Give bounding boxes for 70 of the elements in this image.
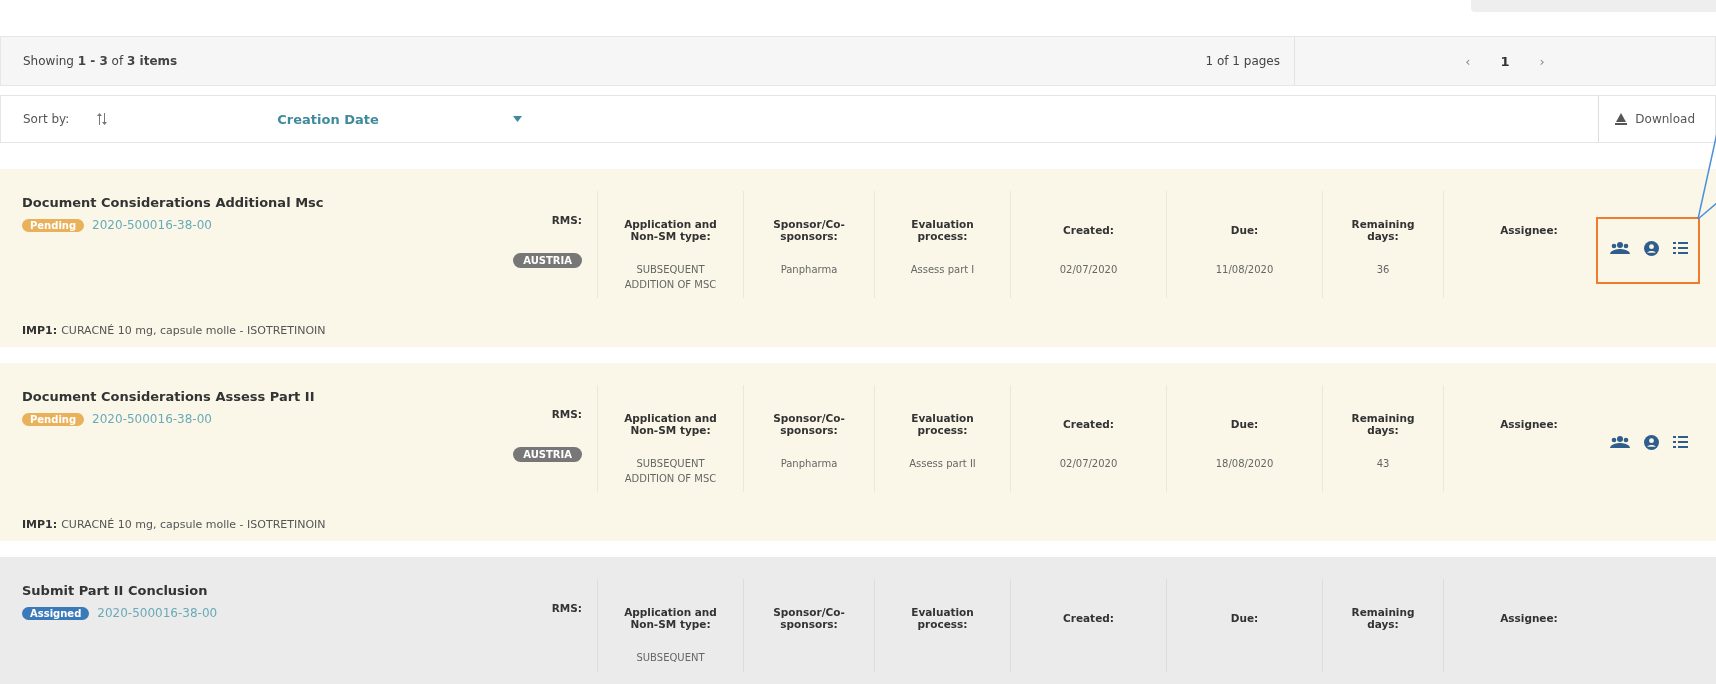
sort-icon[interactable]	[97, 113, 108, 125]
column-label: Created:	[1063, 417, 1114, 432]
column-value: 36	[1376, 263, 1390, 277]
column-label: Due:	[1230, 417, 1259, 432]
download-icon	[1615, 113, 1628, 125]
user-button[interactable]	[1644, 435, 1659, 450]
column-value: 02/07/2020	[1059, 457, 1118, 471]
task-title: Document Considerations Additional Msc	[22, 195, 325, 210]
status-badge: Pending	[22, 218, 85, 232]
group-icon	[1610, 435, 1630, 449]
task-title: Submit Part II Conclusion	[22, 583, 209, 598]
column-label: RMS:	[551, 407, 582, 422]
column-label: RMS:	[551, 213, 582, 228]
group-button[interactable]	[1610, 435, 1630, 450]
group-icon	[1610, 241, 1630, 255]
caret-icon	[513, 116, 523, 122]
user-button[interactable]	[1644, 241, 1659, 256]
column-label: Sponsor/Co-sponsors:	[772, 217, 846, 244]
column-label: Remaining days:	[1350, 217, 1416, 244]
column-value: 11/08/2020	[1215, 263, 1274, 277]
column-value: 02/07/2020	[1059, 263, 1118, 277]
column-label: Remaining days:	[1350, 605, 1416, 632]
column-label: Assignee:	[1499, 223, 1558, 238]
column-label: Evaluation process:	[910, 217, 975, 244]
column-label: Application and Non-SM type:	[623, 605, 718, 632]
column-label: Assignee:	[1499, 611, 1558, 626]
product-line: IMP1: CURACNÉ 10 mg, capsule molle - ISOTRETINOIN	[21, 323, 327, 337]
column-value: Assess part I	[910, 263, 975, 277]
trial-link[interactable]: 2020-500016-38-00	[92, 218, 212, 232]
column-label: Created:	[1063, 223, 1114, 238]
country-badge: AUSTRIA	[513, 447, 582, 462]
status-badge: Pending	[22, 412, 85, 426]
status-badge: Assigned	[22, 606, 90, 620]
trial-link[interactable]: 2020-500016-38-00	[92, 412, 212, 426]
column-value: Assess part II	[909, 457, 976, 471]
list-button[interactable]	[1673, 241, 1688, 256]
column-label: Due:	[1230, 611, 1259, 626]
column-label: RMS:	[551, 601, 582, 616]
column-label: Sponsor/Co-sponsors:	[772, 411, 846, 438]
user-icon	[1644, 435, 1659, 450]
user-icon	[1644, 241, 1659, 256]
list-button[interactable]	[1673, 435, 1688, 450]
task-title: Document Considerations Assess Part II	[22, 389, 316, 404]
sort-label: Sort by:	[22, 112, 70, 126]
column-value: Panpharma	[780, 457, 838, 471]
trial-link[interactable]: 2020-500016-38-00	[97, 606, 218, 620]
list-icon	[1673, 241, 1688, 255]
item-count: Showing 1 - 3 of 3 items	[22, 54, 179, 68]
column-label: Remaining days:	[1350, 411, 1416, 438]
product-line: IMP1: CURACNÉ 10 mg, capsule molle - ISOTRETINOIN	[21, 517, 327, 531]
column-label: Due:	[1230, 223, 1259, 238]
country-badge: AUSTRIA	[513, 253, 582, 268]
page-count: 1 of 1 pages	[1170, 37, 1295, 85]
list-icon	[1673, 435, 1688, 449]
column-label: Assignee:	[1499, 417, 1558, 432]
column-value: 18/08/2020	[1215, 457, 1274, 471]
column-value: SUBSEQUENT	[635, 651, 706, 665]
column-label: Sponsor/Co-sponsors:	[772, 605, 846, 632]
page-number[interactable]: 1	[1494, 51, 1516, 71]
column-value: Panpharma	[780, 263, 838, 277]
group-button[interactable]	[1610, 241, 1630, 256]
column-label: Evaluation process:	[910, 605, 975, 632]
column-label: Evaluation process:	[910, 411, 975, 438]
column-label: Application and Non-SM type:	[623, 411, 718, 438]
column-value: SUBSEQUENT ADDITION OF MSC	[623, 457, 718, 486]
column-value: 43	[1376, 457, 1390, 471]
column-label: Application and Non-SM type:	[623, 217, 718, 244]
column-label: Created:	[1063, 611, 1114, 626]
sort-dropdown[interactable]: Creation Date	[277, 111, 523, 127]
column-value: SUBSEQUENT ADDITION OF MSC	[623, 263, 718, 292]
